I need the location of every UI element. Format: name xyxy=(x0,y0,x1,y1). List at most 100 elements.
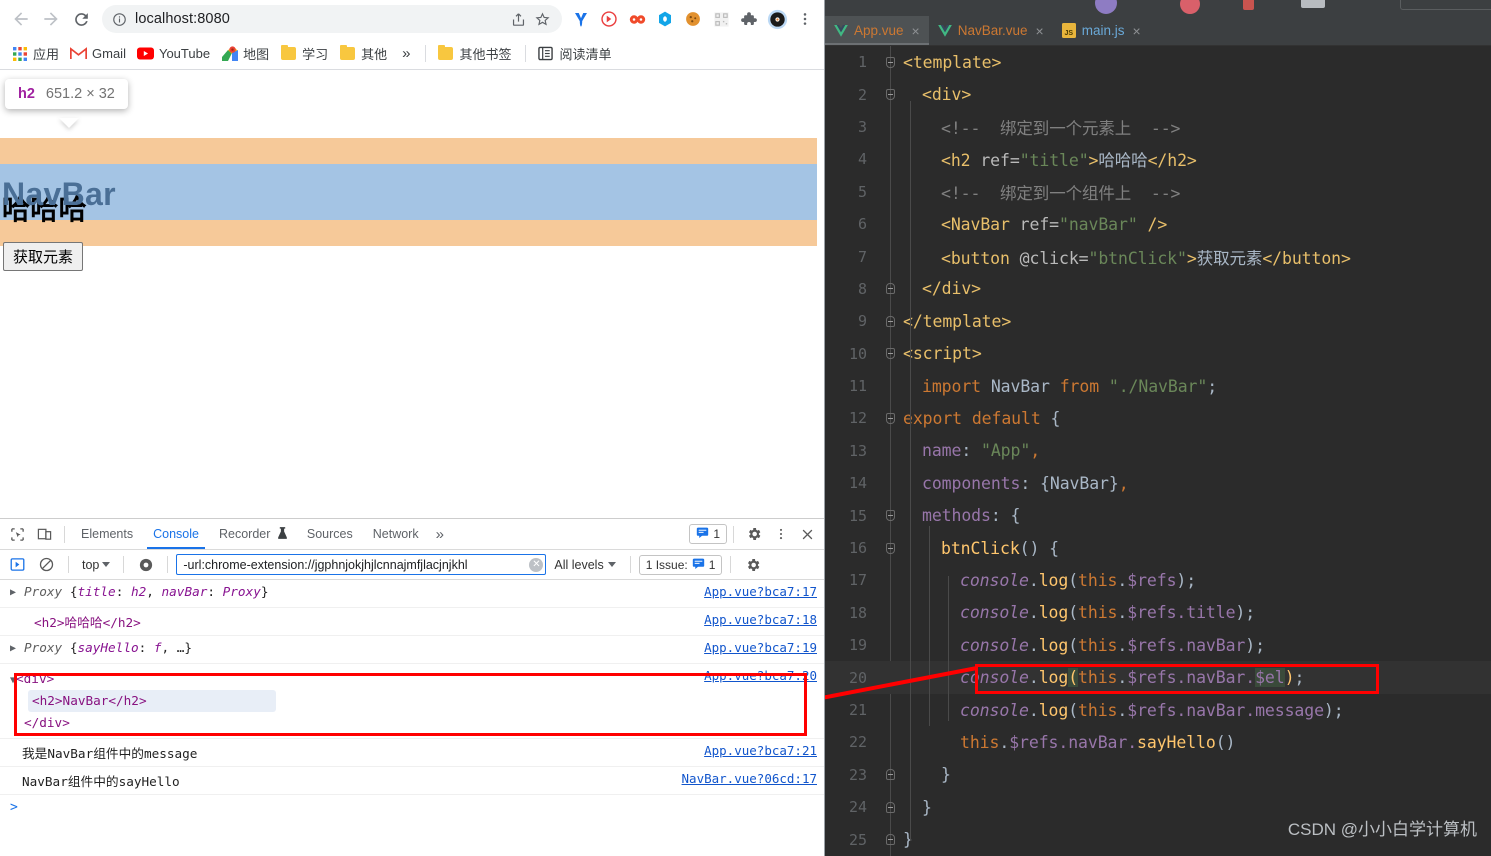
code-line[interactable]: 19 console.log(this.$refs.navBar); xyxy=(825,629,1491,661)
code-line[interactable]: 11 import NavBar from "./NavBar"; xyxy=(825,370,1491,402)
inspect-element-icon[interactable] xyxy=(4,521,31,547)
bookmark-youtube[interactable]: YouTube xyxy=(133,43,217,64)
console-dom-log-row[interactable]: ▼<div> <h2>NavBar</h2> </div> App.vue?bc… xyxy=(0,664,824,739)
fold-marker-icon[interactable] xyxy=(877,801,903,813)
devtools-tabs-overflow[interactable]: » xyxy=(429,526,451,543)
fold-marker-icon[interactable] xyxy=(877,89,903,101)
code-line[interactable]: 6 <NavBar ref="navBar" /> xyxy=(825,208,1491,240)
log-message[interactable]: ▶ Proxy {sayHello: f, …} xyxy=(10,640,694,657)
code-line[interactable]: 1 <template> xyxy=(825,46,1491,78)
expand-triangle-icon[interactable]: ▶ xyxy=(10,584,22,601)
fold-marker-icon[interactable] xyxy=(877,769,903,781)
code-editor-area[interactable]: 1 <template> 2 <div> 3 <!-- 绑定到一个元素上 --> 4 <h2 … xyxy=(825,46,1491,856)
puzzle-extensions-icon[interactable] xyxy=(736,6,762,32)
live-expression-eye-icon[interactable] xyxy=(132,552,159,578)
log-level-selector[interactable]: All levels xyxy=(548,558,621,572)
clear-input-icon[interactable]: ✕ xyxy=(529,557,544,572)
log-source-link[interactable]: App.vue?bca7:17 xyxy=(694,584,817,599)
fold-marker-icon[interactable] xyxy=(877,834,903,846)
fold-marker-icon[interactable] xyxy=(877,510,903,522)
fold-marker-icon[interactable] xyxy=(877,412,903,424)
dom-line-open[interactable]: ▼<div> xyxy=(10,668,694,690)
bookmark-folder-other[interactable]: 其他 xyxy=(335,42,394,65)
log-source-link[interactable]: App.vue?bca7:20 xyxy=(694,668,817,683)
tab-recorder[interactable]: Recorder xyxy=(209,521,297,548)
blue-hex-extension-icon[interactable] xyxy=(652,6,678,32)
tab-network[interactable]: Network xyxy=(363,521,429,548)
code-line[interactable]: 20 console.log(this.$refs.navBar.$el); xyxy=(825,661,1491,694)
code-line[interactable]: 3 <!-- 绑定到一个元素上 --> xyxy=(825,111,1491,143)
settings-gear-icon[interactable] xyxy=(740,521,767,547)
back-arrow-icon[interactable] xyxy=(6,4,36,34)
settings-gear-icon[interactable] xyxy=(739,552,766,578)
tab-app-vue[interactable]: App.vue × xyxy=(825,16,929,45)
code-line[interactable]: 18 console.log(this.$refs.title); xyxy=(825,597,1491,629)
fold-marker-icon[interactable] xyxy=(877,315,903,327)
fold-marker-icon[interactable] xyxy=(877,348,903,360)
code-line[interactable]: 13 name: "App", xyxy=(825,435,1491,467)
fold-marker-icon[interactable] xyxy=(877,56,903,68)
bookmark-apps[interactable]: 应用 xyxy=(7,42,66,65)
close-icon[interactable]: × xyxy=(1132,23,1140,39)
console-context-selector[interactable]: top xyxy=(77,556,115,574)
close-icon[interactable]: × xyxy=(912,23,920,39)
log-source-link[interactable]: App.vue?bca7:18 xyxy=(694,612,817,627)
code-line[interactable]: 2 <div> xyxy=(825,78,1491,110)
get-element-button[interactable]: 获取元素 xyxy=(3,242,84,271)
code-line[interactable]: 23} xyxy=(825,759,1491,791)
issues-badge[interactable]: 1 Issue: 1 xyxy=(638,554,723,575)
log-source-link[interactable]: App.vue?bca7:19 xyxy=(694,640,817,655)
info-circle-icon[interactable] xyxy=(110,10,128,28)
tab-sources[interactable]: Sources xyxy=(297,521,363,548)
code-line[interactable]: 14 components: {NavBar}, xyxy=(825,467,1491,499)
bookmark-reading-list[interactable]: 阅读清单 xyxy=(533,42,618,65)
qr-extension-icon[interactable] xyxy=(708,6,734,32)
omnibox[interactable]: localhost:8080 xyxy=(102,5,562,33)
console-log-row[interactable]: 我是NavBar组件中的message App.vue?bca7:21 xyxy=(0,739,824,767)
console-filter-input[interactable]: -url:chrome-extension://jgphnjokjhjlcnna… xyxy=(176,554,547,575)
console-prompt[interactable]: > xyxy=(0,795,824,820)
code-line[interactable]: 17 console.log(this.$refs); xyxy=(825,564,1491,596)
bookmarks-overflow-button[interactable]: » xyxy=(394,43,418,64)
infinity-extension-icon[interactable] xyxy=(624,6,650,32)
code-line[interactable]: 7 <button @click="btnClick">获取元素</button> xyxy=(825,240,1491,272)
console-log-row[interactable]: ▶ Proxy {sayHello: f, …} App.vue?bca7:19 xyxy=(0,636,824,664)
share-icon[interactable] xyxy=(506,7,530,31)
code-line[interactable]: 8 </div> xyxy=(825,273,1491,305)
kebab-menu-icon[interactable] xyxy=(767,521,794,547)
log-source-link[interactable]: NavBar.vue?06cd:17 xyxy=(672,771,817,786)
console-log-row[interactable]: <h2>哈哈哈</h2> App.vue?bca7:18 xyxy=(0,608,824,636)
fold-marker-icon[interactable] xyxy=(877,283,903,295)
code-line[interactable]: 9 </template> xyxy=(825,305,1491,337)
kebab-menu-icon[interactable] xyxy=(792,6,818,32)
tab-elements[interactable]: Elements xyxy=(71,521,143,548)
cookie-extension-icon[interactable] xyxy=(680,6,706,32)
bookmark-star-icon[interactable] xyxy=(530,7,554,31)
bookmark-maps[interactable]: 地图 xyxy=(217,42,276,65)
console-log-row[interactable]: ▶ Proxy {title: h2, navBar: Proxy} App.v… xyxy=(0,580,824,608)
close-icon[interactable]: × xyxy=(1036,23,1044,39)
bookmark-other-bookmarks[interactable]: 其他书签 xyxy=(433,42,518,65)
reload-icon[interactable] xyxy=(66,4,96,34)
code-line[interactable]: 5 <!-- 绑定到一个组件上 --> xyxy=(825,176,1491,208)
fold-marker-icon[interactable] xyxy=(877,542,903,554)
message-count-badge[interactable]: 1 xyxy=(689,524,727,544)
expand-triangle-icon[interactable]: ▶ xyxy=(10,640,22,657)
tab-main-js[interactable]: JS main.js × xyxy=(1053,16,1150,45)
tab-navbar-vue[interactable]: NavBar.vue × xyxy=(929,16,1053,45)
code-line[interactable]: 4 <h2 ref="title">哈哈哈</h2> xyxy=(825,143,1491,175)
circle-arrow-extension-icon[interactable] xyxy=(596,6,622,32)
console-log-row[interactable]: NavBar组件中的sayHello NavBar.vue?06cd:17 xyxy=(0,767,824,795)
y-extension-icon[interactable] xyxy=(568,6,594,32)
console-output[interactable]: ▶ Proxy {title: h2, navBar: Proxy} App.v… xyxy=(0,580,824,856)
code-line[interactable]: 15 methods: { xyxy=(825,499,1491,531)
omnibox-url[interactable]: localhost:8080 xyxy=(135,11,506,27)
code-line[interactable]: 21 console.log(this.$refs.navBar.message)… xyxy=(825,694,1491,726)
log-source-link[interactable]: App.vue?bca7:21 xyxy=(694,743,817,758)
bookmark-gmail[interactable]: Gmail xyxy=(66,43,133,64)
close-icon[interactable] xyxy=(794,521,821,547)
execute-icon[interactable] xyxy=(4,552,31,578)
code-line[interactable]: 12 export default { xyxy=(825,402,1491,434)
code-line[interactable]: 16 btnClick() { xyxy=(825,532,1491,564)
forward-arrow-icon[interactable] xyxy=(36,4,66,34)
